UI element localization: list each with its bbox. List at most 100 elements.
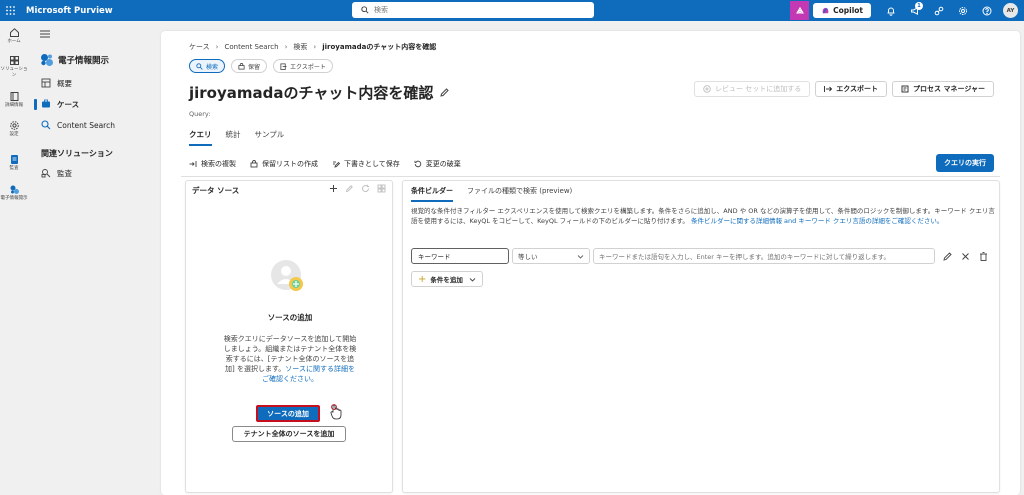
audit-icon [10, 155, 18, 164]
builder-tabs: 条件ビルダー ファイルの種類で検索 (preview) [411, 186, 586, 202]
copilot-label: Copilot [833, 6, 863, 15]
close-icon[interactable] [960, 251, 971, 262]
gear-icon [9, 121, 19, 130]
pill-search[interactable]: 検索 [189, 59, 226, 73]
help-button[interactable] [975, 0, 999, 21]
data-source-tools [322, 184, 386, 193]
add-circle-icon [703, 85, 711, 93]
nav-item-overview[interactable]: 概要 [34, 75, 152, 91]
notifications-button[interactable] [879, 0, 903, 21]
search-input[interactable] [374, 6, 574, 14]
audit-icon [41, 169, 51, 178]
main-content: ケース › Content Search › 検索 › jiroyamadaのチ… [161, 31, 1020, 495]
nav-section-title: 関連ソリューション [41, 149, 113, 158]
breadcrumb-cases[interactable]: ケース [189, 42, 210, 52]
nav-item-cases[interactable]: ケース [34, 96, 152, 112]
button-label: レビュー セットに追加する [715, 85, 802, 93]
plus-icon[interactable] [329, 184, 338, 193]
create-hold-button[interactable]: 保留リストの作成 [250, 159, 318, 169]
add-tenant-source-button[interactable]: テナント全体のソースを追加 [232, 426, 346, 442]
query-label: Query: [189, 110, 211, 118]
announcements-button[interactable]: 1 [903, 0, 927, 21]
empty-state-body: 検索クエリにデータソースを追加して開始しましょう。組織またはテナント全体を検索す… [222, 334, 358, 384]
copilot-app-button[interactable] [790, 1, 810, 20]
chevron-down-icon [577, 254, 584, 259]
hamburger-icon[interactable] [39, 29, 51, 39]
page-actions: レビュー セットに追加する エクスポート プロセス マネージャー [689, 81, 994, 97]
pencil-icon[interactable] [942, 251, 953, 262]
brand-name[interactable]: Microsoft Purview [26, 6, 113, 16]
discard-changes-button[interactable]: 変更の破棄 [414, 159, 461, 169]
grid-icon [9, 56, 19, 65]
pill-label: 検索 [206, 63, 219, 71]
breadcrumb-content-search[interactable]: Content Search [224, 43, 278, 51]
condition-value-input[interactable]: キーワードまたは語句を入力し、Enter キーを押します。追加のキーワードに対し… [593, 248, 935, 264]
search-icon [196, 62, 203, 70]
rail-label: 詳細情報 [5, 103, 23, 108]
rail-label: 監査 [9, 166, 19, 171]
pill-hold[interactable]: 保留 [231, 59, 268, 73]
nav-panel: 電子情報開示 概要 ケース Content Search 関連ソリューション 監… [28, 21, 154, 495]
ediscovery-icon [41, 54, 53, 66]
builder-learn-more-link[interactable]: 条件ビルダーに関する詳細情報 and キーワード クエリ言語の詳細をご確認くださ… [691, 217, 943, 225]
empty-state-title: ソースの追加 [267, 313, 313, 322]
operator-label: 等しい [518, 253, 538, 261]
settings-button[interactable] [951, 0, 975, 21]
book-icon [10, 92, 18, 101]
button-label: エクスポート [836, 85, 879, 93]
nav-indicator [34, 120, 37, 131]
bell-icon [887, 7, 895, 16]
condition-field-select[interactable]: キーワード [411, 248, 509, 264]
tab-condition-builder[interactable]: 条件ビルダー [411, 186, 453, 202]
global-search[interactable] [352, 2, 594, 18]
nav-item-audit[interactable]: 監査 [34, 165, 152, 181]
process-manager-button[interactable]: プロセス マネージャー [892, 81, 994, 97]
rail-home[interactable]: ホーム [0, 27, 28, 45]
nav-indicator [34, 98, 37, 110]
export-button[interactable]: エクスポート [815, 81, 888, 97]
duplicate-search-button[interactable]: 検索の複製 [189, 159, 236, 169]
rail-ediscovery[interactable]: 電子情報開示 [0, 184, 28, 202]
divider [181, 176, 1000, 177]
copilot-button[interactable]: Copilot [813, 3, 871, 18]
save-draft-button[interactable]: 下書きとして保存 [332, 159, 400, 169]
plus-icon: + [418, 273, 427, 285]
rail-settings[interactable]: 設定 [0, 120, 28, 138]
command-bar: 検索の複製 保留リストの作成 下書きとして保存 変更の破棄 クエリの実行 [189, 154, 994, 172]
breadcrumb-search[interactable]: 検索 [293, 42, 307, 52]
app-launcher-icon[interactable] [0, 0, 20, 21]
add-to-review-set-button[interactable]: レビュー セットに追加する [694, 81, 811, 97]
user-avatar[interactable]: AY [1003, 3, 1018, 18]
page-title: jiroyamadaのチャット内容を確認 [189, 82, 450, 103]
tab-file-type-search[interactable]: ファイルの種類で検索 (preview) [467, 186, 572, 202]
pill-label: 保留 [248, 63, 261, 71]
refresh-icon[interactable] [361, 184, 370, 193]
pill-export[interactable]: エクスポート [273, 59, 333, 73]
nav-indicator [34, 78, 37, 89]
pencil-icon[interactable] [439, 87, 450, 98]
copilot-logo-icon [795, 6, 804, 14]
tab-sample[interactable]: サンプル [255, 129, 285, 146]
command-label: 変更の破棄 [425, 160, 461, 168]
rail-label: 電子情報開示 [0, 196, 28, 201]
hand-cursor-icon [330, 404, 342, 420]
rail-learn[interactable]: 詳細情報 [0, 91, 28, 109]
nav-indicator [34, 168, 37, 179]
rail-audit[interactable]: 監査 [0, 154, 28, 172]
command-label: 検索の複製 [201, 160, 236, 168]
connections-button[interactable] [927, 0, 951, 21]
nav-item-content-search[interactable]: Content Search [34, 117, 152, 133]
add-source-button[interactable]: ソースの追加 [256, 405, 320, 422]
rail-solutions[interactable]: ソリューション [0, 55, 28, 79]
add-condition-button[interactable]: + 条件を追加 [411, 271, 483, 287]
trash-icon[interactable] [978, 251, 989, 262]
tab-query[interactable]: クエリ [189, 129, 212, 146]
builder-description: 視覚的な条件付きフィルター エクスペリエンスを使用して検索クエリを構築します。条… [411, 206, 995, 226]
condition-operator-select[interactable]: 等しい [512, 248, 590, 264]
grid-view-icon[interactable] [377, 184, 386, 193]
pencil-icon[interactable] [345, 184, 354, 193]
run-query-button[interactable]: クエリの実行 [936, 154, 994, 172]
tab-statistics[interactable]: 統計 [226, 129, 241, 146]
hold-icon [238, 62, 245, 70]
left-rail: ホーム ソリューション 詳細情報 設定 監査 電子情報開示 [0, 21, 28, 495]
